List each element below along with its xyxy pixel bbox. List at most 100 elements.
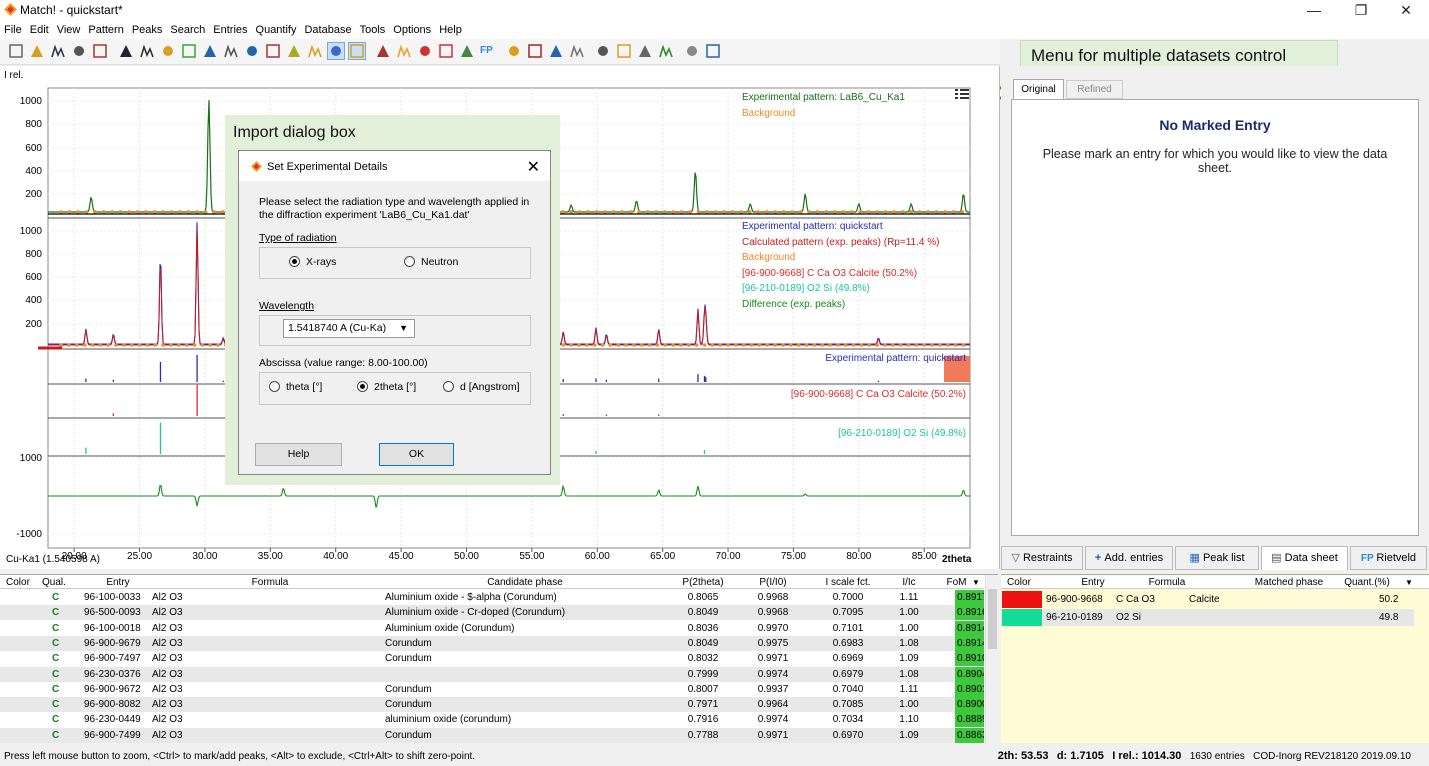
dialog-close-button[interactable]: ✕ (527, 157, 540, 177)
phase-color-swatch[interactable] (1002, 609, 1042, 626)
menu-file[interactable]: File (0, 21, 26, 39)
tools-icon[interactable] (375, 43, 391, 59)
dataset-menu-icon[interactable] (955, 88, 969, 100)
radio-2theta[interactable]: 2theta [°] (357, 381, 416, 393)
list-icon[interactable] (595, 43, 611, 59)
wavelength-select[interactable]: 1.5418740 A (Cu-Ka) ▼ (283, 319, 415, 338)
profile-active-icon[interactable] (327, 42, 345, 60)
histogram-icon[interactable] (244, 43, 260, 59)
sort-desc-icon[interactable]: ▼ (1405, 576, 1413, 589)
peak-icon[interactable] (118, 43, 134, 59)
table-row[interactable]: C 96-900-8082 Al2 O3 Corundum 0.7971 0.9964 0.… (0, 697, 984, 713)
menu-pattern[interactable]: Pattern (84, 21, 127, 39)
save-icon[interactable] (50, 43, 66, 59)
tab-add-entries[interactable]: + Add. entries (1085, 546, 1173, 570)
scrollbar-thumb[interactable] (988, 589, 997, 649)
radio-d-angstrom[interactable]: d [Angstrom] (443, 381, 520, 393)
candidate-scrollbar[interactable] (985, 575, 998, 744)
new-icon[interactable] (8, 43, 24, 59)
dialog-app-icon (251, 161, 262, 172)
redo-icon[interactable] (569, 43, 585, 59)
menu-tools[interactable]: Tools (356, 21, 390, 39)
column-header[interactable]: Entry (84, 576, 152, 589)
close-button[interactable]: ✕ (1386, 0, 1426, 21)
menu-edit[interactable]: Edit (26, 21, 53, 39)
report-icon[interactable] (616, 43, 632, 59)
tab-data-sheet[interactable]: ▤ Data sheet (1261, 546, 1348, 570)
chart-icon[interactable] (684, 43, 700, 59)
globe-icon[interactable] (658, 43, 674, 59)
column-header[interactable]: Color (6, 576, 36, 589)
radio-xrays[interactable]: X-rays (289, 256, 336, 268)
background-icon[interactable] (160, 43, 176, 59)
zoom-icon[interactable] (705, 43, 721, 59)
minimize-button[interactable]: — (1294, 0, 1334, 21)
database-icon[interactable] (459, 43, 475, 59)
open-icon[interactable] (29, 43, 45, 59)
color-icon[interactable] (527, 43, 543, 59)
fp-icon[interactable]: FP (480, 43, 496, 59)
column-header[interactable]: I scale fct. (808, 576, 888, 589)
menu-peaks[interactable]: Peaks (128, 21, 167, 39)
table-row[interactable]: C 96-900-7499 Al2 O3 Corundum 0.7788 0.9971 0.… (0, 727, 984, 743)
marker-icon[interactable] (265, 43, 281, 59)
menu-database[interactable]: Database (300, 21, 355, 39)
menu-options[interactable]: Options (389, 21, 435, 39)
table-row[interactable]: C 96-900-9672 Al2 O3 Corundum 0.8007 0.9937 0.… (0, 681, 984, 697)
column-header[interactable]: Formula (150, 576, 390, 589)
matched-row[interactable]: 96-900-9668 C Ca O3 Calcite 50.2 (1001, 591, 1414, 608)
restore-button[interactable]: ❐ (1341, 0, 1381, 21)
column-header[interactable]: Formula (1137, 576, 1197, 589)
table-row[interactable]: C 96-900-7497 Al2 O3 Corundum 0.8032 0.9971 0.… (0, 651, 984, 667)
peak-search-icon[interactable] (139, 43, 155, 59)
column-header[interactable]: P(2theta) (668, 576, 738, 589)
radio-neutron[interactable]: Neutron (404, 256, 458, 268)
table-row[interactable]: C 96-100-0033 Al2 O3 Aluminium oxide - $-al… (0, 590, 984, 605)
menu-search[interactable]: Search (166, 21, 209, 39)
smooth-icon[interactable] (202, 43, 218, 59)
column-header[interactable]: Quant.(%) (1337, 576, 1397, 589)
phase-color-swatch[interactable] (1002, 591, 1042, 608)
column-header[interactable]: Qual. (42, 576, 82, 589)
menu-quantify[interactable]: Quantify (252, 21, 301, 39)
candidate-table: Color Qual. Entry Formula Candidate phase P(2… (0, 574, 998, 744)
tab-peak-list[interactable]: ▦ Peak list (1175, 546, 1259, 570)
profile2-icon[interactable] (307, 43, 323, 59)
tab-rietveld[interactable]: FP Rietveld (1350, 546, 1427, 570)
radio-theta[interactable]: theta [°] (269, 381, 322, 393)
column-header[interactable]: P(I/I0) (743, 576, 803, 589)
menu-view[interactable]: View (53, 21, 85, 39)
column-header[interactable]: Entry (1063, 576, 1123, 589)
paint-icon[interactable] (506, 43, 522, 59)
tab-refined[interactable]: Refined (1066, 80, 1123, 99)
arrow-icon[interactable] (417, 43, 433, 59)
profile-icon[interactable] (286, 43, 302, 59)
menu-help[interactable]: Help (435, 21, 466, 39)
menu-entries[interactable]: Entries (209, 21, 251, 39)
matched-row[interactable]: 96-210-0189 O2 Si 49.8 (1001, 609, 1414, 626)
wrench-icon[interactable] (637, 43, 653, 59)
column-header[interactable]: I/Ic (891, 576, 927, 589)
ok-button[interactable]: OK (379, 443, 454, 466)
subtract-icon[interactable] (181, 43, 197, 59)
table-row[interactable]: C 96-230-0376 Al2 O3 0.7999 0.9974 0.6979 1.08… (0, 666, 984, 682)
column-header[interactable]: Color (1007, 576, 1037, 589)
print-icon[interactable] (71, 43, 87, 59)
profile-active2-icon[interactable] (348, 42, 366, 60)
undo-icon[interactable] (548, 43, 564, 59)
table-row[interactable]: C 96-100-0018 Al2 O3 Aluminium oxide (Corun… (0, 620, 984, 636)
settings-icon[interactable] (92, 43, 108, 59)
tab-original[interactable]: Original (1013, 79, 1064, 100)
column-header[interactable]: Matched phase (1229, 576, 1349, 589)
table-row[interactable]: C 96-230-0449 Al2 O3 aluminium oxide (corun… (0, 712, 984, 728)
table-row[interactable]: C 96-500-0093 Al2 O3 Aluminium oxide - Cr-d… (0, 605, 984, 621)
column-header[interactable]: Candidate phase (385, 576, 665, 589)
diamond-icon[interactable] (396, 43, 412, 59)
tab-restraints[interactable]: ▽ Restraints (1001, 546, 1083, 570)
table-cell: 0.6983 (832, 637, 864, 649)
sort-desc-icon[interactable]: ▼ (972, 576, 980, 589)
raw-icon[interactable] (223, 43, 239, 59)
table-row[interactable]: C 96-900-9679 Al2 O3 Corundum 0.8049 0.9975 0.… (0, 635, 984, 651)
remove-icon[interactable] (438, 43, 454, 59)
help-button[interactable]: Help (255, 443, 342, 466)
